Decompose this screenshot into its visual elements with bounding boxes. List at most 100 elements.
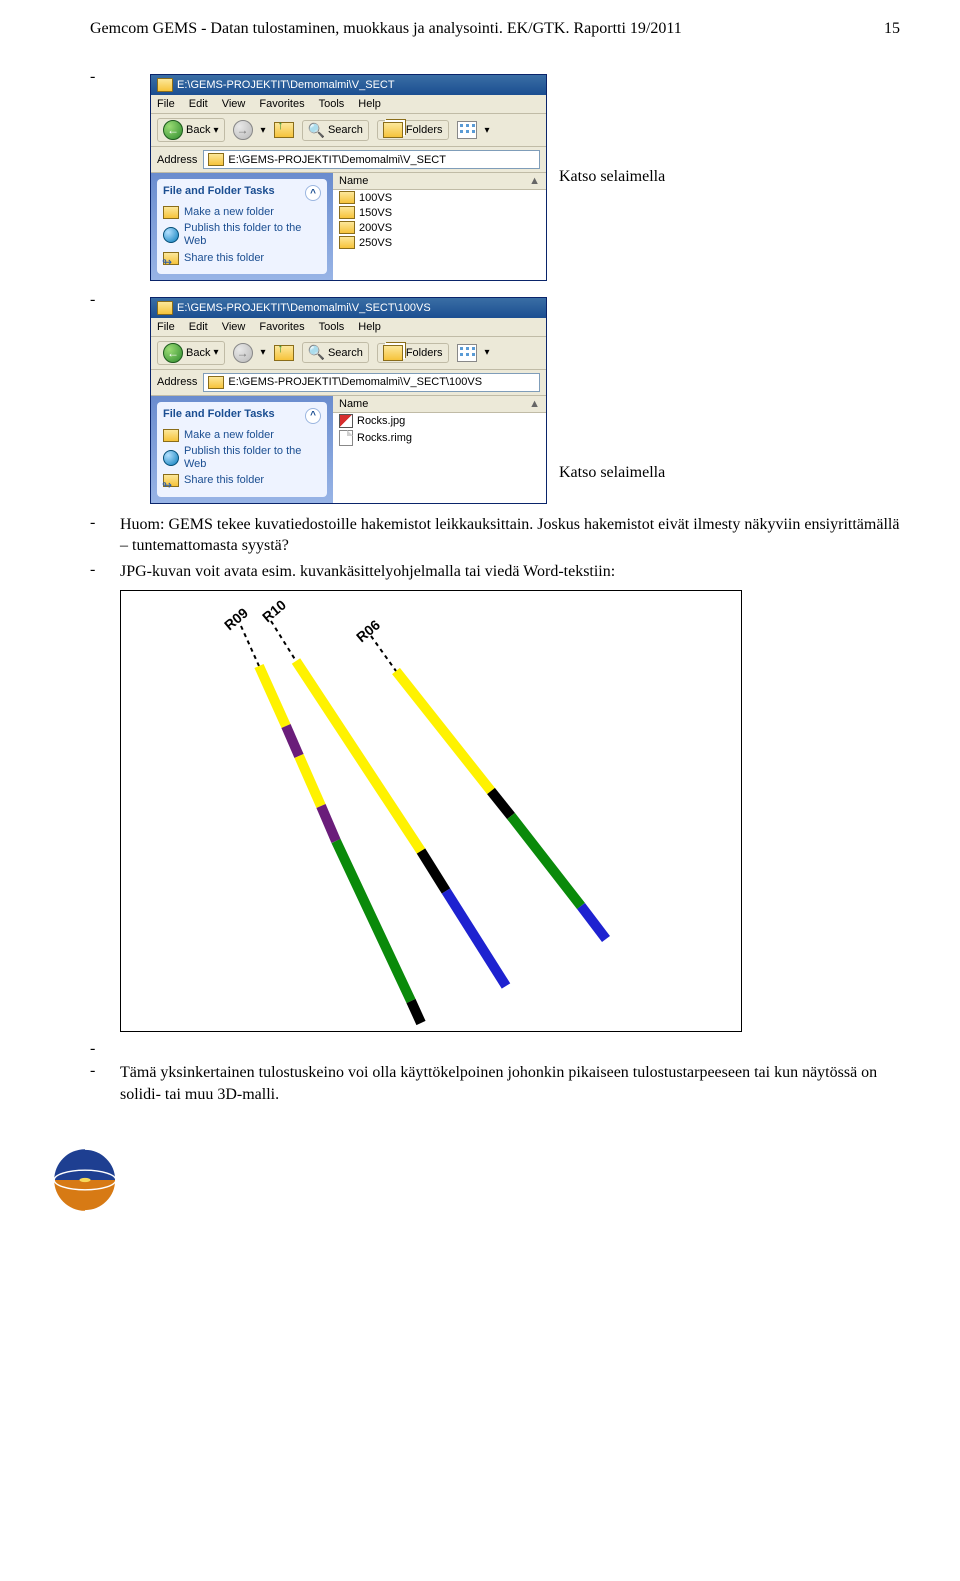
folder-icon [157,301,173,315]
up-button[interactable] [274,345,294,361]
address-input[interactable]: E:\GEMS-PROJEKTIT\Demomalmi\V_SECT\100VS [203,373,540,392]
menu-tools[interactable]: Tools [319,98,345,110]
chevron-down-icon: ▾ [485,125,490,136]
views-button[interactable] [457,344,477,362]
share-icon [163,252,179,265]
menu-favorites[interactable]: Favorites [259,321,304,333]
address-input[interactable]: E:\GEMS-PROJEKTIT\Demomalmi\V_SECT [203,150,540,169]
menu-view[interactable]: View [222,321,246,333]
chevron-down-icon: ▾ [261,347,266,358]
globe-icon [163,450,179,466]
sort-asc-icon[interactable]: ▲ [529,398,540,410]
list-item[interactable]: 150VS [333,205,546,220]
collapse-icon[interactable]: ^ [305,185,321,201]
column-name[interactable]: Name [339,175,368,187]
sort-asc-icon[interactable]: ▲ [529,175,540,187]
share-icon [163,474,179,487]
list-item[interactable]: 100VS [333,190,546,205]
folder-icon [339,191,355,204]
note-jpg: JPG-kuvan voit avata esim. kuvankäsittel… [120,561,615,583]
bullet-dash: - [90,514,120,532]
menu-tools[interactable]: Tools [319,321,345,333]
task-make-folder[interactable]: Make a new folder [163,206,321,219]
address-text: E:\GEMS-PROJEKTIT\Demomalmi\V_SECT\100VS [228,376,482,388]
menu-help[interactable]: Help [358,321,381,333]
window-titlebar[interactable]: E:\GEMS-PROJEKTIT\Demomalmi\V_SECT\100VS [151,298,546,318]
bullet-dash: - [90,1062,120,1080]
page-number: 15 [884,20,900,38]
tasks-title: File and Folder Tasks [163,185,275,201]
explorer-window-1: E:\GEMS-PROJEKTIT\Demomalmi\V_SECT File … [150,74,547,281]
menu-edit[interactable]: Edit [189,321,208,333]
address-label: Address [157,154,197,166]
bullet-dash: - [90,561,120,579]
folders-icon [383,122,403,138]
task-publish[interactable]: Publish this folder to the Web [163,222,321,248]
search-icon: 🔍 [308,122,325,139]
folder-icon [208,153,224,166]
globe-icon [163,227,179,243]
search-button[interactable]: 🔍 Search [302,342,369,363]
back-icon: ← [163,120,183,140]
folder-icon [339,236,355,249]
chevron-down-icon: ▾ [261,125,266,136]
new-folder-icon [163,206,179,219]
drillhole-diagram: R09 R10 R06 [120,590,742,1032]
list-item[interactable]: 200VS [333,220,546,235]
address-bar: Address E:\GEMS-PROJEKTIT\Demomalmi\V_SE… [151,147,546,173]
menu-help[interactable]: Help [358,98,381,110]
address-bar: Address E:\GEMS-PROJEKTIT\Demomalmi\V_SE… [151,370,546,396]
file-icon [339,430,353,446]
forward-button[interactable]: → [233,343,253,363]
caption-text: Katso selaimella [559,464,665,482]
window-title: E:\GEMS-PROJEKTIT\Demomalmi\V_SECT [177,79,395,91]
forward-button[interactable]: → [233,120,253,140]
task-make-folder[interactable]: Make a new folder [163,429,321,442]
note-tama: Tämä yksinkertainen tulostuskeino voi ol… [120,1062,900,1105]
chevron-down-icon: ▾ [485,347,490,358]
task-share[interactable]: Share this folder [163,474,321,487]
chevron-down-icon: ▾ [213,347,218,358]
column-name[interactable]: Name [339,398,368,410]
views-button[interactable] [457,121,477,139]
image-file-icon [339,414,353,428]
caption-text: Katso selaimella [559,168,665,186]
menu-view[interactable]: View [222,98,246,110]
list-item[interactable]: Rocks.jpg [333,413,546,429]
search-icon: 🔍 [308,344,325,361]
tasks-title: File and Folder Tasks [163,408,275,424]
tasks-pane: File and Folder Tasks ^ Make a new folde… [151,173,333,280]
menu-favorites[interactable]: Favorites [259,98,304,110]
folders-button[interactable]: Folders [377,343,449,363]
task-share[interactable]: Share this folder [163,252,321,265]
collapse-icon[interactable]: ^ [305,408,321,424]
menu-file[interactable]: File [157,321,175,333]
menu-bar[interactable]: File Edit View Favorites Tools Help [151,318,546,337]
window-title: E:\GEMS-PROJEKTIT\Demomalmi\V_SECT\100VS [177,302,431,314]
menu-edit[interactable]: Edit [189,98,208,110]
file-list: Name ▲ 100VS 150VS 200VS 250VS [333,173,546,280]
tasks-pane: File and Folder Tasks ^ Make a new folde… [151,396,333,503]
task-publish[interactable]: Publish this folder to the Web [163,445,321,471]
list-item[interactable]: 250VS [333,235,546,250]
folder-icon [157,78,173,92]
note-huom: Huom: GEMS tekee kuvatiedostoille hakemi… [120,514,900,557]
folder-icon [339,221,355,234]
explorer-window-2: E:\GEMS-PROJEKTIT\Demomalmi\V_SECT\100VS… [150,297,547,504]
search-button[interactable]: 🔍 Search [302,120,369,141]
toolbar: ← Back ▾ → ▾ 🔍 Search Fol [151,337,546,370]
back-button[interactable]: ← Back ▾ [157,341,225,365]
chevron-down-icon: ▾ [213,125,218,136]
up-button[interactable] [274,122,294,138]
menu-bar[interactable]: File Edit View Favorites Tools Help [151,95,546,114]
window-titlebar[interactable]: E:\GEMS-PROJEKTIT\Demomalmi\V_SECT [151,75,546,95]
folders-icon [383,345,403,361]
folder-icon [208,376,224,389]
back-icon: ← [163,343,183,363]
bullet-dash: - [90,291,120,309]
list-item[interactable]: Rocks.rimg [333,429,546,447]
menu-file[interactable]: File [157,98,175,110]
page-header: Gemcom GEMS - Datan tulostaminen, muokka… [90,20,900,38]
back-button[interactable]: ← Back ▾ [157,118,225,142]
folders-button[interactable]: Folders [377,120,449,140]
